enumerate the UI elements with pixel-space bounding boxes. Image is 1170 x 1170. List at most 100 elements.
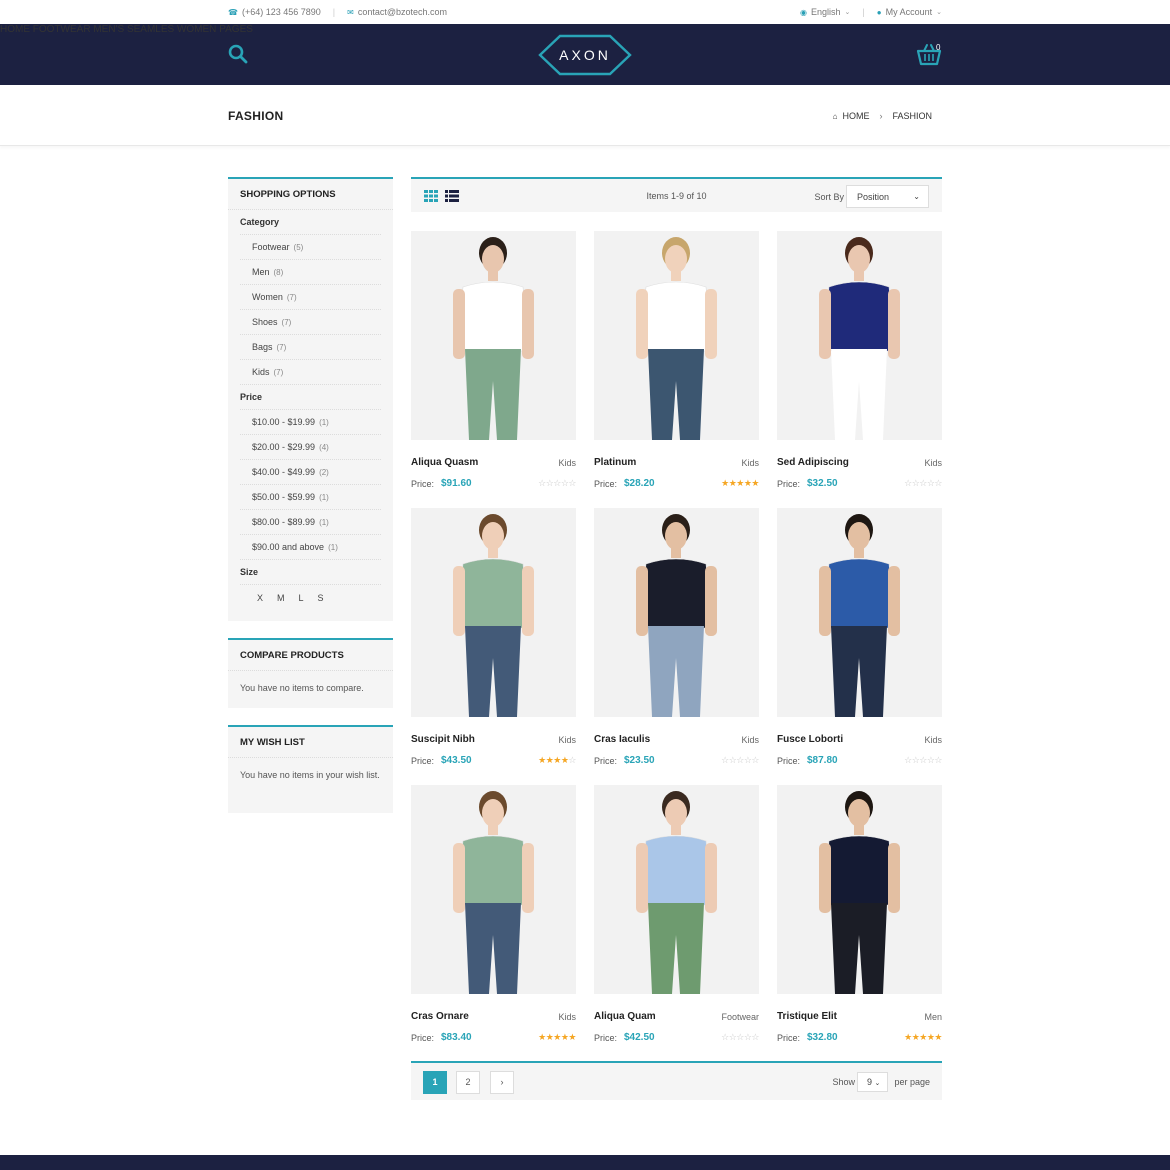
filter-option[interactable]: $20.00 - $29.99 (4) bbox=[240, 435, 381, 460]
per-page-select[interactable]: 9 ⌄ bbox=[857, 1072, 888, 1092]
star-icon: ☆ bbox=[751, 755, 759, 765]
filter-count: (1) bbox=[319, 418, 329, 427]
shopping-options-block: SHOPPING OPTIONS Category Footwear (5) Me… bbox=[228, 177, 393, 621]
product-image[interactable] bbox=[594, 508, 759, 717]
product-card[interactable]: Suscipit Nibh Kids Price: $43.50 ★★★★☆ bbox=[411, 508, 576, 768]
star-icon: ★ bbox=[919, 1032, 927, 1042]
filter-count: (7) bbox=[273, 368, 284, 377]
user-icon: ● bbox=[876, 7, 882, 17]
wishlist-empty-text: You have no items in your wish list. bbox=[240, 770, 380, 780]
price-label: Price: bbox=[777, 1033, 801, 1043]
my-account-link[interactable]: My Account bbox=[886, 7, 933, 17]
filter-category-heading: Category bbox=[240, 210, 381, 235]
breadcrumb-current: FASHION bbox=[892, 111, 932, 121]
product-card[interactable]: Cras Iaculis Kids Price: $23.50 ☆☆☆☆☆ bbox=[594, 508, 759, 768]
filter-option[interactable]: Bags (7) bbox=[240, 335, 381, 360]
breadcrumb-home[interactable]: HOME bbox=[842, 111, 869, 121]
product-name[interactable]: Aliqua Quasm bbox=[411, 457, 478, 468]
product-image[interactable] bbox=[411, 231, 576, 440]
product-card[interactable]: Fusce Loborti Kids Price: $87.80 ☆☆☆☆☆ bbox=[777, 508, 942, 768]
filter-label: Kids bbox=[252, 367, 270, 377]
product-name[interactable]: Sed Adipiscing bbox=[777, 457, 849, 468]
product-image[interactable] bbox=[594, 231, 759, 440]
top-bar: ☎ (+64) 123 456 7890 | ✉ contact@bzotech… bbox=[0, 0, 1170, 24]
product-card[interactable]: Tristique Elit Men Price: $32.80 ★★★★★ bbox=[777, 785, 942, 1045]
star-icon: ☆ bbox=[568, 755, 576, 765]
product-image[interactable] bbox=[777, 508, 942, 717]
email-link[interactable]: contact@bzotech.com bbox=[358, 7, 447, 17]
size-option[interactable]: S bbox=[318, 593, 324, 603]
product-name[interactable]: Tristique Elit bbox=[777, 1011, 837, 1022]
nav-mens[interactable]: MEN'S bbox=[93, 24, 124, 35]
contact-info: ☎ (+64) 123 456 7890 | ✉ contact@bzotech… bbox=[228, 7, 447, 17]
per-page-value: 9 bbox=[867, 1077, 873, 1087]
product-card[interactable]: Cras Ornare Kids Price: $83.40 ★★★★★ bbox=[411, 785, 576, 1045]
block-title: COMPARE PRODUCTS bbox=[228, 640, 393, 671]
filter-option[interactable]: $80.00 - $89.99 (1) bbox=[240, 510, 381, 535]
breadcrumb-separator-icon: › bbox=[879, 111, 883, 121]
star-icon: ★ bbox=[934, 1032, 942, 1042]
price-label: Price: bbox=[411, 756, 435, 766]
filter-option[interactable]: Shoes (7) bbox=[240, 310, 381, 335]
product-name[interactable]: Cras Iaculis bbox=[594, 734, 650, 745]
filter-option[interactable]: $10.00 - $19.99 (1) bbox=[240, 410, 381, 435]
product-name[interactable]: Aliqua Quam bbox=[594, 1011, 656, 1022]
nav-women[interactable]: WOMEN bbox=[177, 24, 216, 35]
filter-label: Shoes bbox=[252, 317, 278, 327]
nav-seamles[interactable]: SEAMLES bbox=[127, 24, 174, 35]
product-image[interactable] bbox=[594, 785, 759, 994]
filter-count: (8) bbox=[273, 268, 284, 277]
nav-footwear[interactable]: FOOTWEAR bbox=[33, 24, 91, 35]
product-price: $42.50 bbox=[624, 1032, 655, 1043]
product-name[interactable]: Fusce Loborti bbox=[777, 734, 843, 745]
size-option[interactable]: L bbox=[299, 593, 304, 603]
filter-label: Women bbox=[252, 292, 283, 302]
compare-products-block: COMPARE PRODUCTS You have no items to co… bbox=[228, 638, 393, 708]
axon-logo[interactable]: AXON bbox=[538, 34, 632, 76]
footer bbox=[0, 1155, 1170, 1170]
breadcrumb: ⌂ HOME › FASHION bbox=[833, 111, 932, 121]
sort-select[interactable]: Position ⌄ bbox=[846, 185, 929, 208]
filter-option[interactable]: Kids (7) bbox=[240, 360, 381, 385]
next-page-button[interactable]: › bbox=[490, 1071, 514, 1094]
per-page-label: per page bbox=[894, 1077, 930, 1087]
product-card[interactable]: Sed Adipiscing Kids Price: $32.50 ☆☆☆☆☆ bbox=[777, 231, 942, 491]
star-icon: ☆ bbox=[919, 755, 927, 765]
product-image[interactable] bbox=[777, 231, 942, 440]
product-image[interactable] bbox=[411, 508, 576, 717]
product-price: $43.50 bbox=[441, 755, 472, 766]
nav-home[interactable]: HOME bbox=[0, 24, 30, 35]
size-option[interactable]: M bbox=[277, 593, 285, 603]
product-price: $87.80 bbox=[807, 755, 838, 766]
product-name[interactable]: Platinum bbox=[594, 457, 636, 468]
product-name[interactable]: Cras Ornare bbox=[411, 1011, 469, 1022]
star-icon: ★ bbox=[721, 478, 729, 488]
logo-text: AXON bbox=[559, 47, 611, 63]
product-price: $28.20 bbox=[624, 478, 655, 489]
filter-option[interactable]: Women (7) bbox=[240, 285, 381, 310]
product-name[interactable]: Suscipit Nibh bbox=[411, 734, 475, 745]
product-category: Kids bbox=[924, 458, 942, 468]
filter-option[interactable]: Footwear (5) bbox=[240, 235, 381, 260]
product-image[interactable] bbox=[411, 785, 576, 994]
size-option[interactable]: X bbox=[257, 593, 263, 603]
product-card[interactable]: Aliqua Quasm Kids Price: $91.60 ☆☆☆☆☆ bbox=[411, 231, 576, 491]
product-card[interactable]: Aliqua Quam Footwear Price: $42.50 ☆☆☆☆☆ bbox=[594, 785, 759, 1045]
filter-option[interactable]: $40.00 - $49.99 (2) bbox=[240, 460, 381, 485]
page-2-button[interactable]: 2 bbox=[456, 1071, 480, 1094]
filter-option[interactable]: $50.00 - $59.99 (1) bbox=[240, 485, 381, 510]
product-category: Kids bbox=[558, 458, 576, 468]
star-icon: ☆ bbox=[904, 478, 912, 488]
filter-option[interactable]: Men (8) bbox=[240, 260, 381, 285]
product-category: Kids bbox=[741, 735, 759, 745]
filter-option[interactable]: $90.00 and above (1) bbox=[240, 535, 381, 560]
page-title-bar: FASHION ⌂ HOME › FASHION bbox=[0, 85, 1170, 146]
search-icon[interactable] bbox=[228, 44, 248, 64]
product-card[interactable]: Platinum Kids Price: $28.20 ★★★★★ bbox=[594, 231, 759, 491]
nav-pages[interactable]: PAGES bbox=[219, 24, 253, 35]
product-image[interactable] bbox=[777, 785, 942, 994]
language-selector[interactable]: English bbox=[811, 7, 841, 17]
product-price: $32.80 bbox=[807, 1032, 838, 1043]
home-icon: ⌂ bbox=[832, 111, 838, 121]
page-1-button[interactable]: 1 bbox=[423, 1071, 447, 1094]
